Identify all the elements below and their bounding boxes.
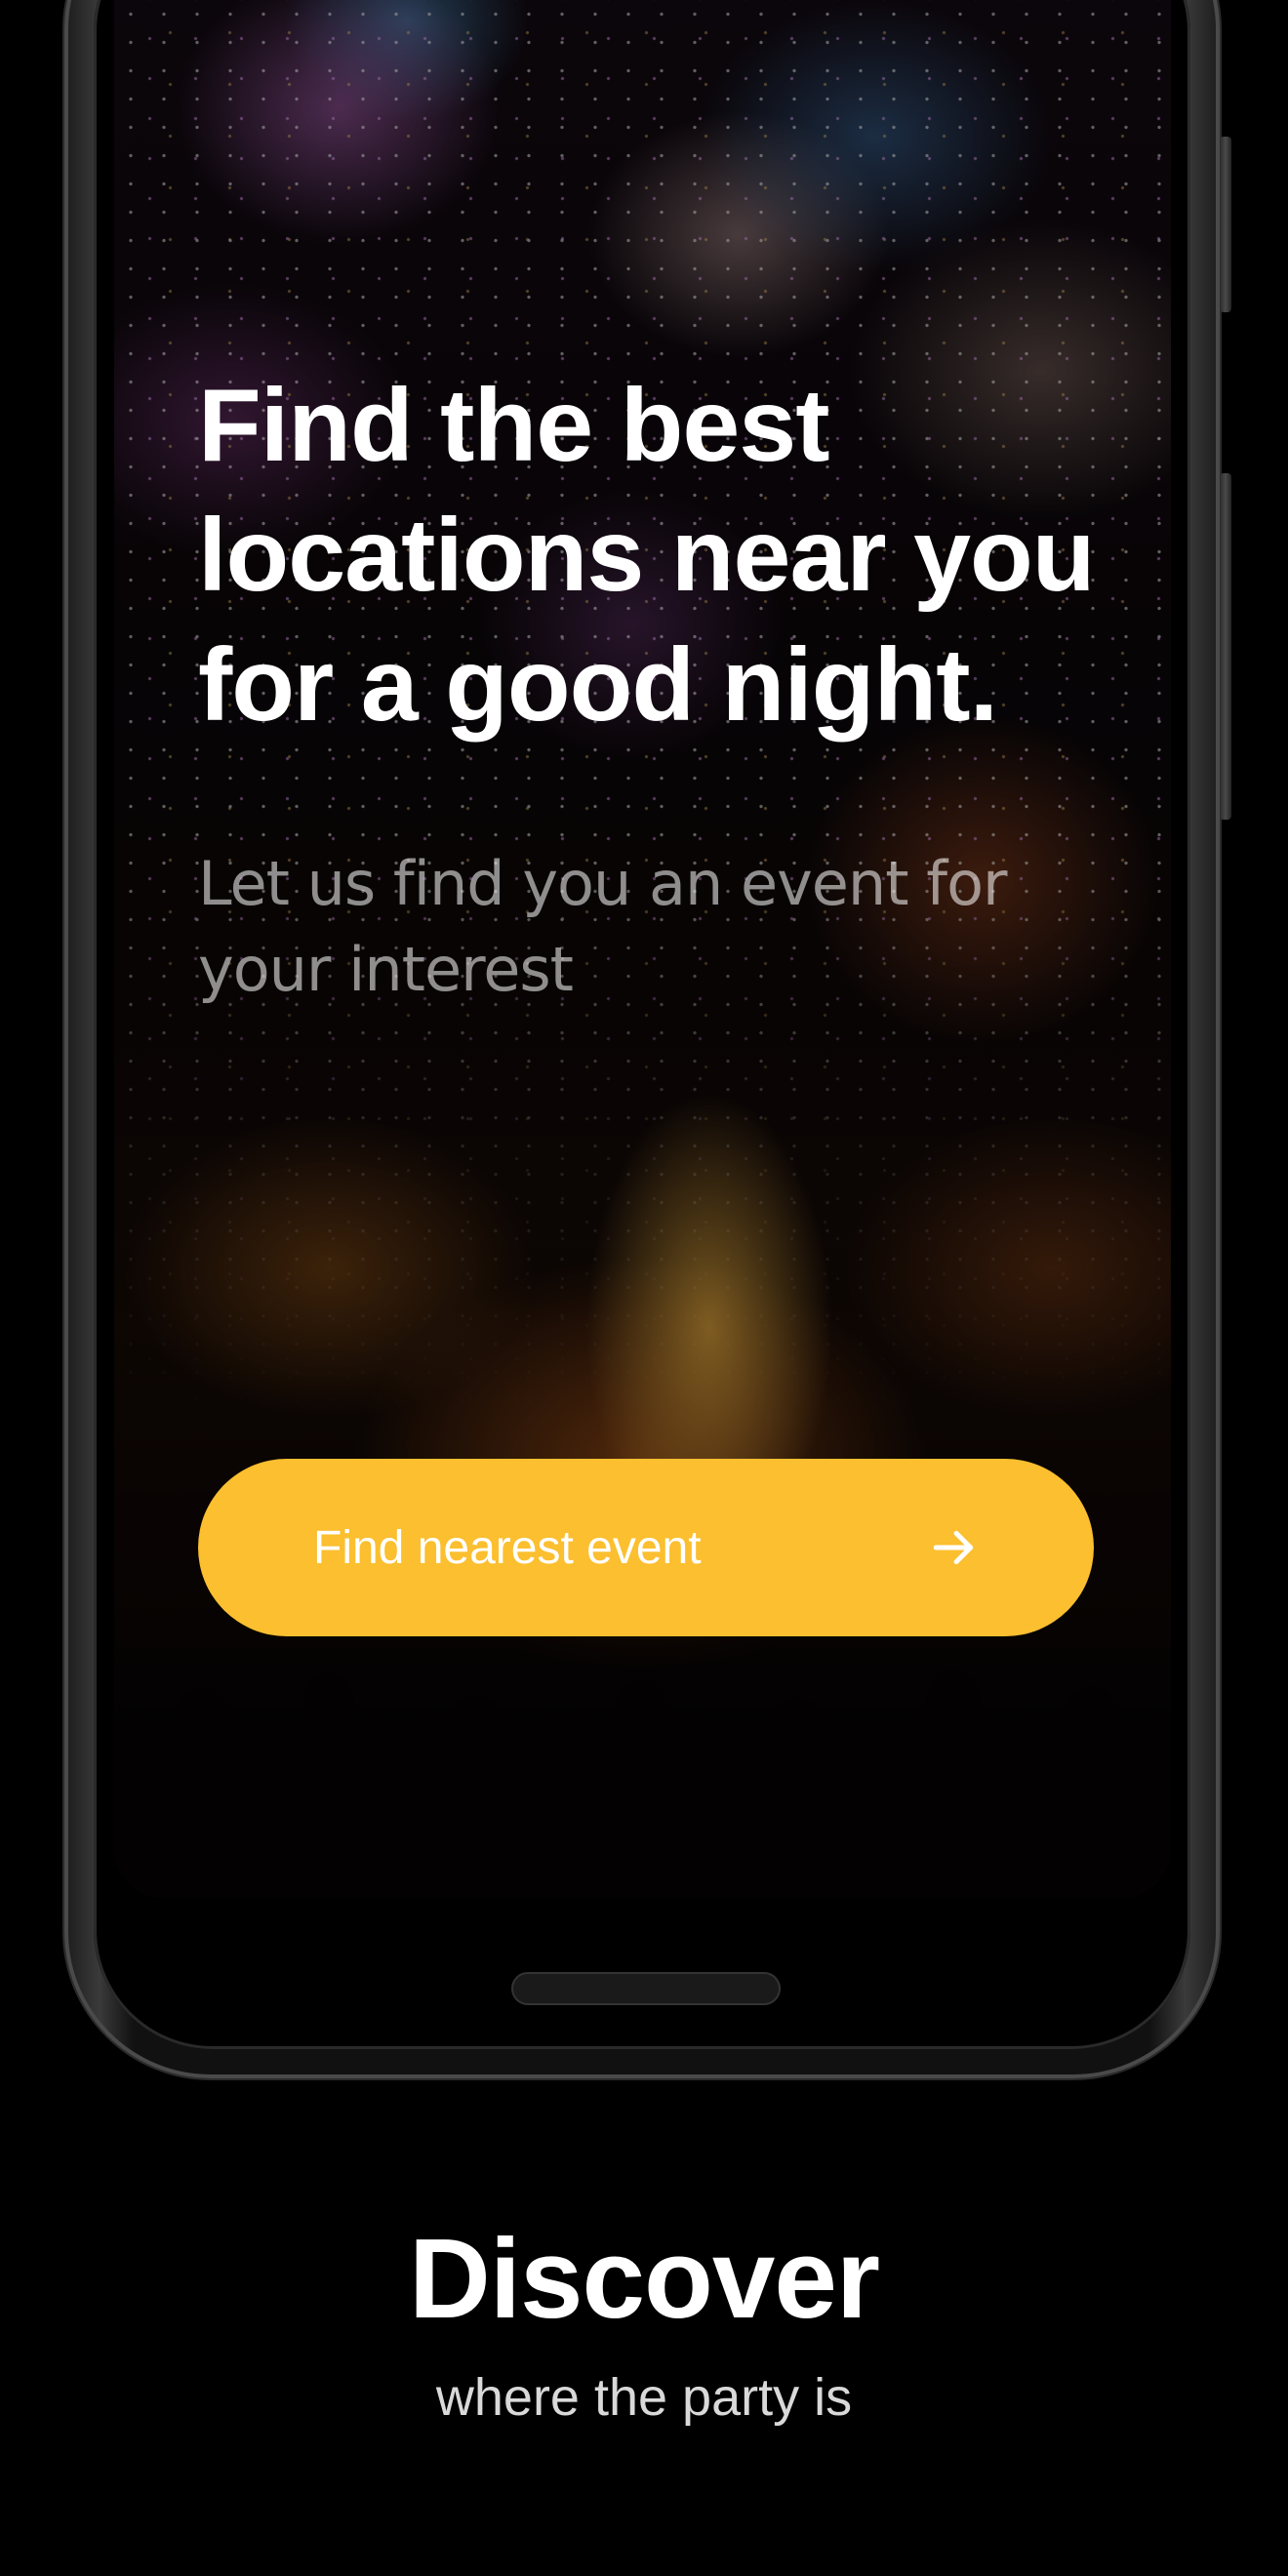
app-screen: Find the best locations near you for a goo… (114, 0, 1171, 1898)
caption-subtitle: where the party is (435, 2368, 853, 2427)
headline-line: locations near you (198, 498, 1096, 613)
arrow-right-icon (933, 1530, 974, 1565)
subheadline: Let us find you an event for your interes… (198, 841, 1096, 1013)
subheadline-line: Let us find you an event for (198, 848, 1007, 919)
headline: Find the best locations near you for a goo… (198, 361, 1135, 750)
headline-line: for a good night. (198, 627, 998, 743)
power-button (1220, 137, 1231, 312)
subheadline-line: your interest (198, 934, 574, 1005)
find-nearest-event-label: Find nearest event (313, 1521, 702, 1574)
volume-button (1220, 473, 1231, 820)
headline-line: Find the best (198, 368, 830, 483)
find-nearest-event-button[interactable]: Find nearest event (198, 1459, 1094, 1636)
caption-title: Discover (408, 2215, 880, 2342)
home-indicator (511, 1972, 781, 2005)
